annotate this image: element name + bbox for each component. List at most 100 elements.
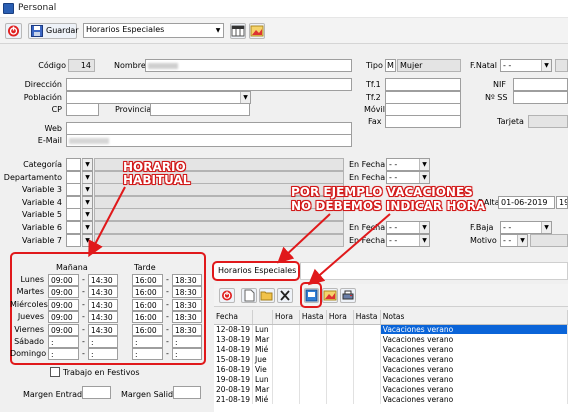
- power-icon: [222, 290, 232, 301]
- column-header[interactable]: Hora: [326, 310, 354, 325]
- variable-7-description: [94, 233, 344, 247]
- tipo-code[interactable]: M: [385, 59, 396, 72]
- afternoon-end-field[interactable]: 18:30: [172, 286, 202, 299]
- afternoon-end-field[interactable]: :: [172, 348, 202, 361]
- variable-5-dropdown[interactable]: ▼: [82, 208, 93, 222]
- en-fecha-field[interactable]: - - ▼: [386, 158, 430, 171]
- variable-3-dropdown[interactable]: ▼: [82, 183, 93, 197]
- image-button-2[interactable]: [322, 288, 338, 303]
- categoria-code[interactable]: [66, 158, 81, 171]
- afternoon-start-field[interactable]: 16:00: [132, 323, 163, 336]
- morning-start-field[interactable]: :: [48, 348, 79, 361]
- en-fecha-field[interactable]: - - ▼: [386, 170, 430, 184]
- email-field[interactable]: [66, 134, 352, 147]
- afternoon-end-field[interactable]: 18:30: [172, 298, 202, 311]
- table-row[interactable]: 16-08-19 Vie Vacaciones verano: [214, 364, 568, 374]
- morning-start-field[interactable]: :: [48, 336, 79, 348]
- grid-view-button[interactable]: [230, 23, 246, 39]
- en-fecha-field[interactable]: - - ▼: [386, 233, 430, 247]
- direccion-field[interactable]: [66, 78, 352, 91]
- afternoon-end-field[interactable]: 18:30: [172, 274, 202, 286]
- afternoon-start-field[interactable]: 16:00: [132, 298, 163, 311]
- morning-end-field[interactable]: 14:30: [88, 323, 118, 336]
- afternoon-end-field[interactable]: 18:30: [172, 311, 202, 324]
- close-button[interactable]: [5, 23, 22, 39]
- morning-end-field[interactable]: 14:30: [88, 311, 118, 324]
- table-row[interactable]: 14-08-19 Mié Vacaciones verano: [214, 344, 568, 354]
- table-row[interactable]: 21-08-19 Mié Vacaciones verano: [214, 394, 568, 404]
- save-button[interactable]: Guardar: [28, 23, 79, 39]
- column-header[interactable]: [252, 310, 274, 325]
- variable-7-code[interactable]: [66, 233, 81, 247]
- power-icon: [8, 25, 19, 37]
- morning-start-field[interactable]: 09:00: [48, 298, 79, 311]
- morning-end-field[interactable]: :: [88, 336, 118, 348]
- morning-end-field[interactable]: 14:30: [88, 298, 118, 311]
- fnatal-value: - -: [503, 61, 512, 70]
- margen-salida-field[interactable]: [173, 386, 201, 399]
- table-row[interactable]: 20-08-19 Mar Vacaciones verano: [214, 384, 568, 394]
- categoria-dropdown[interactable]: ▼: [82, 158, 93, 171]
- table-row[interactable]: 15-08-19 Jue Vacaciones verano: [214, 354, 568, 364]
- fax-field[interactable]: [385, 115, 461, 128]
- nombre-field[interactable]: [145, 59, 352, 72]
- column-header[interactable]: Fecha: [214, 310, 254, 325]
- column-header[interactable]: Hora: [272, 310, 300, 325]
- morning-end-field[interactable]: 14:30: [88, 274, 118, 286]
- afternoon-start-field[interactable]: :: [132, 336, 163, 348]
- tipo-value[interactable]: Mujer: [397, 59, 461, 72]
- print-button[interactable]: [340, 288, 356, 303]
- departamento-dropdown[interactable]: ▼: [82, 170, 93, 184]
- section-selector[interactable]: Horarios Especiales ▼: [83, 23, 224, 38]
- afternoon-start-field[interactable]: 16:00: [132, 311, 163, 324]
- fnatal-field[interactable]: - - ▼: [500, 59, 552, 72]
- margen-entrada-field[interactable]: [82, 386, 111, 399]
- variable-7-dropdown[interactable]: ▼: [82, 233, 93, 247]
- cp-field[interactable]: [66, 103, 99, 116]
- new-record-button[interactable]: [241, 288, 257, 303]
- variable-4-dropdown[interactable]: ▼: [82, 195, 93, 209]
- morning-start-field[interactable]: 09:00: [48, 311, 79, 324]
- table-row[interactable]: 19-08-19 Lun Vacaciones verano: [214, 374, 568, 384]
- afternoon-start-field[interactable]: :: [132, 348, 163, 361]
- morning-start-field[interactable]: 09:00: [48, 274, 79, 286]
- afternoon-end-field[interactable]: 18:30: [172, 323, 202, 336]
- variable-3-code[interactable]: [66, 183, 81, 197]
- column-header[interactable]: Notas: [380, 310, 568, 325]
- motivo-field[interactable]: - - ▼: [500, 233, 528, 247]
- falta-field[interactable]: 01-06-2019: [498, 195, 555, 209]
- afternoon-end-field[interactable]: :: [172, 336, 202, 348]
- morning-end-field[interactable]: 14:30: [88, 286, 118, 299]
- hasta-cell: [353, 364, 381, 374]
- column-header[interactable]: Hasta: [353, 310, 381, 325]
- trabajo-festivos-checkbox[interactable]: [50, 367, 60, 377]
- nss-field[interactable]: [513, 91, 568, 104]
- morning-start-field[interactable]: 09:00: [48, 323, 79, 336]
- export-button[interactable]: [304, 288, 319, 303]
- codigo-field[interactable]: 14: [68, 59, 95, 72]
- open-button[interactable]: [259, 288, 275, 303]
- variable-5-code[interactable]: [66, 208, 81, 222]
- variable-4-code[interactable]: [66, 195, 81, 209]
- tf1-field[interactable]: [385, 78, 461, 91]
- afternoon-start-field[interactable]: 16:00: [132, 286, 163, 299]
- nif-field[interactable]: [513, 78, 568, 91]
- hasta-cell: [299, 374, 327, 384]
- fbaja-field[interactable]: - - ▼: [500, 221, 552, 234]
- table-row[interactable]: 13-08-19 Mar Vacaciones verano: [214, 334, 568, 344]
- morning-start-field[interactable]: 09:00: [48, 286, 79, 299]
- table-row[interactable]: 12-08-19 Lun Vacaciones verano: [214, 324, 568, 334]
- variable-6-code[interactable]: [66, 221, 81, 234]
- en-fecha-field[interactable]: - - ▼: [386, 221, 430, 234]
- annotation-habitual-line2: HABITUAL: [123, 173, 191, 187]
- image-button[interactable]: [249, 23, 265, 39]
- column-header[interactable]: Hasta: [299, 310, 327, 325]
- afternoon-start-field[interactable]: 16:00: [132, 274, 163, 286]
- departamento-code[interactable]: [66, 170, 81, 184]
- morning-end-field[interactable]: :: [88, 348, 118, 361]
- falta-extra[interactable]: 19: [556, 195, 568, 209]
- variable-6-dropdown[interactable]: ▼: [82, 221, 93, 234]
- provincia-field[interactable]: [150, 103, 250, 116]
- delete-button[interactable]: [277, 288, 293, 303]
- special-close-button[interactable]: [219, 288, 235, 303]
